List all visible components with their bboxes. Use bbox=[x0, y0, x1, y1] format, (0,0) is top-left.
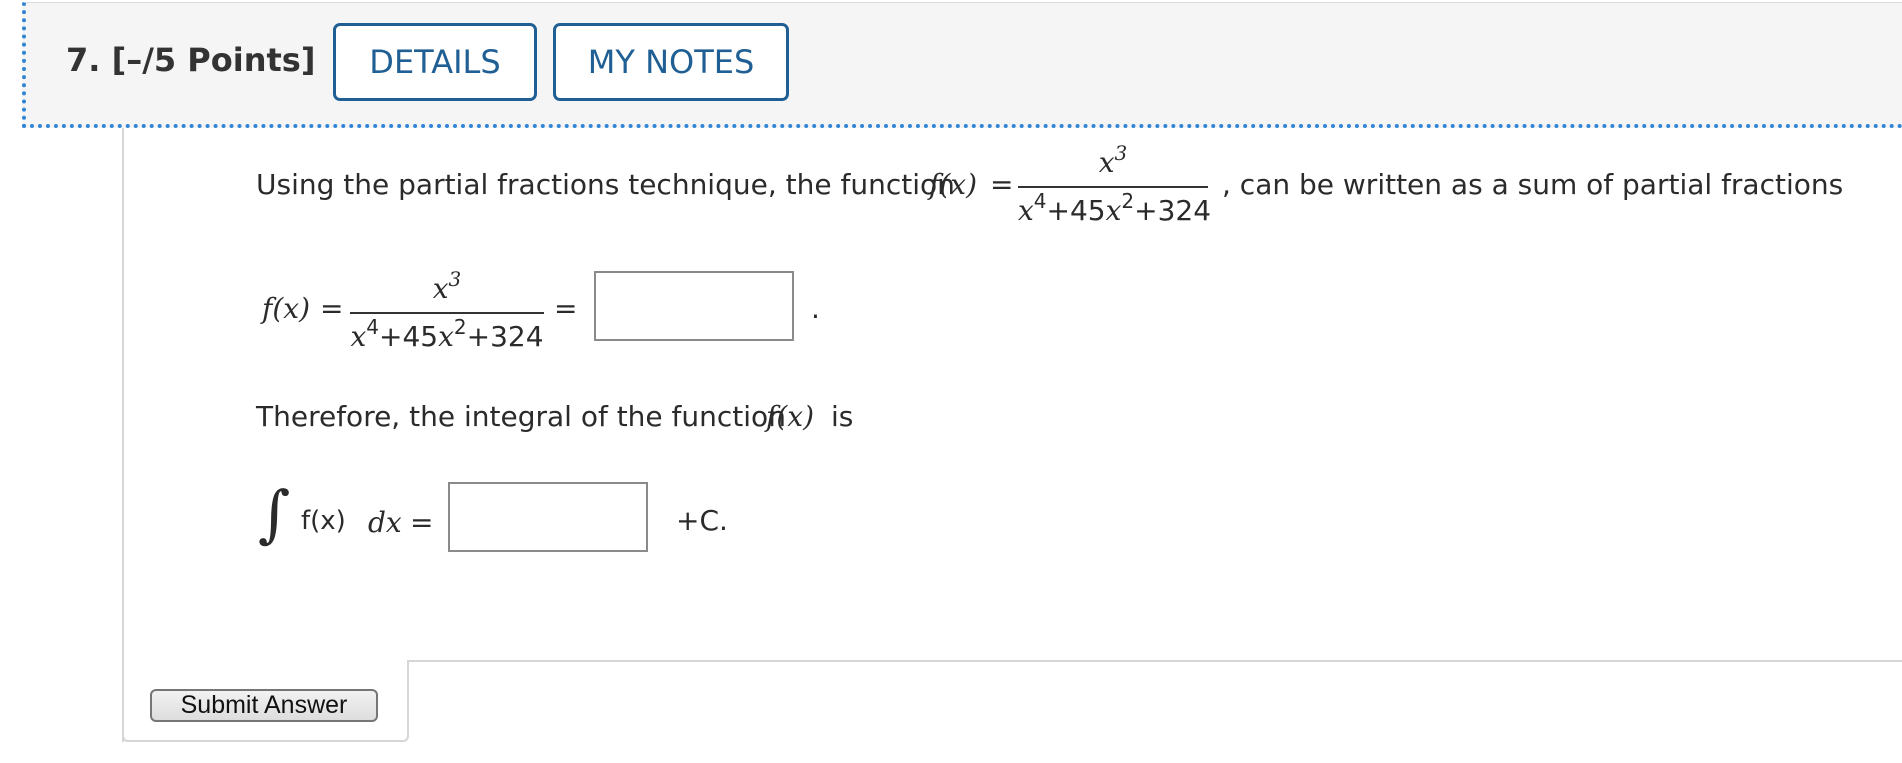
integral-symbol: ∫ bbox=[258, 477, 291, 550]
integral-dx: dx bbox=[368, 506, 402, 539]
submit-answer-button[interactable]: Submit Answer bbox=[150, 689, 378, 722]
details-button[interactable]: DETAILS bbox=[333, 23, 537, 101]
integration-constant: +C. bbox=[676, 504, 728, 537]
therefore-function: f(x) bbox=[766, 400, 815, 433]
prompt-tail: , can be written as a sum of partial fra… bbox=[1222, 168, 1844, 201]
question-number-points: 7. [–/5 Points] bbox=[66, 41, 316, 79]
prompt-equals: = bbox=[990, 168, 1014, 201]
prompt-function: f(x) bbox=[929, 168, 978, 201]
divider bbox=[408, 660, 1902, 662]
integral-equals: = bbox=[410, 506, 434, 539]
fraction-denominator: x4+45x2+324 bbox=[1018, 189, 1212, 227]
equation1-lhs: f(x) bbox=[262, 292, 311, 325]
therefore-text: Therefore, the integral of the function bbox=[256, 400, 786, 433]
fraction-bar bbox=[1018, 186, 1208, 188]
my-notes-button[interactable]: MY NOTES bbox=[553, 23, 789, 101]
fraction-numerator: x3 bbox=[432, 267, 462, 305]
fraction-numerator: x3 bbox=[1098, 141, 1128, 179]
question-header: 7. [–/5 Points] DETAILS MY NOTES bbox=[22, 2, 1902, 128]
integrand-function: f(x) bbox=[301, 506, 346, 536]
equation1-equals-2: = bbox=[554, 292, 578, 325]
question-body bbox=[122, 128, 1902, 742]
partial-fractions-answer-input[interactable] bbox=[594, 271, 794, 341]
fraction-denominator: x4+45x2+324 bbox=[350, 315, 544, 353]
integral-answer-input[interactable] bbox=[448, 482, 648, 552]
equation1-fraction: x3 x4+45x2+324 bbox=[350, 268, 544, 358]
prompt-text: Using the partial fractions technique, t… bbox=[256, 168, 955, 201]
prompt-fraction: x3 x4+45x2+324 bbox=[1018, 141, 1212, 232]
therefore-is: is bbox=[831, 400, 854, 433]
equation1-period: . bbox=[811, 292, 820, 325]
equation1-equals: = bbox=[320, 292, 344, 325]
fraction-bar bbox=[350, 312, 544, 314]
